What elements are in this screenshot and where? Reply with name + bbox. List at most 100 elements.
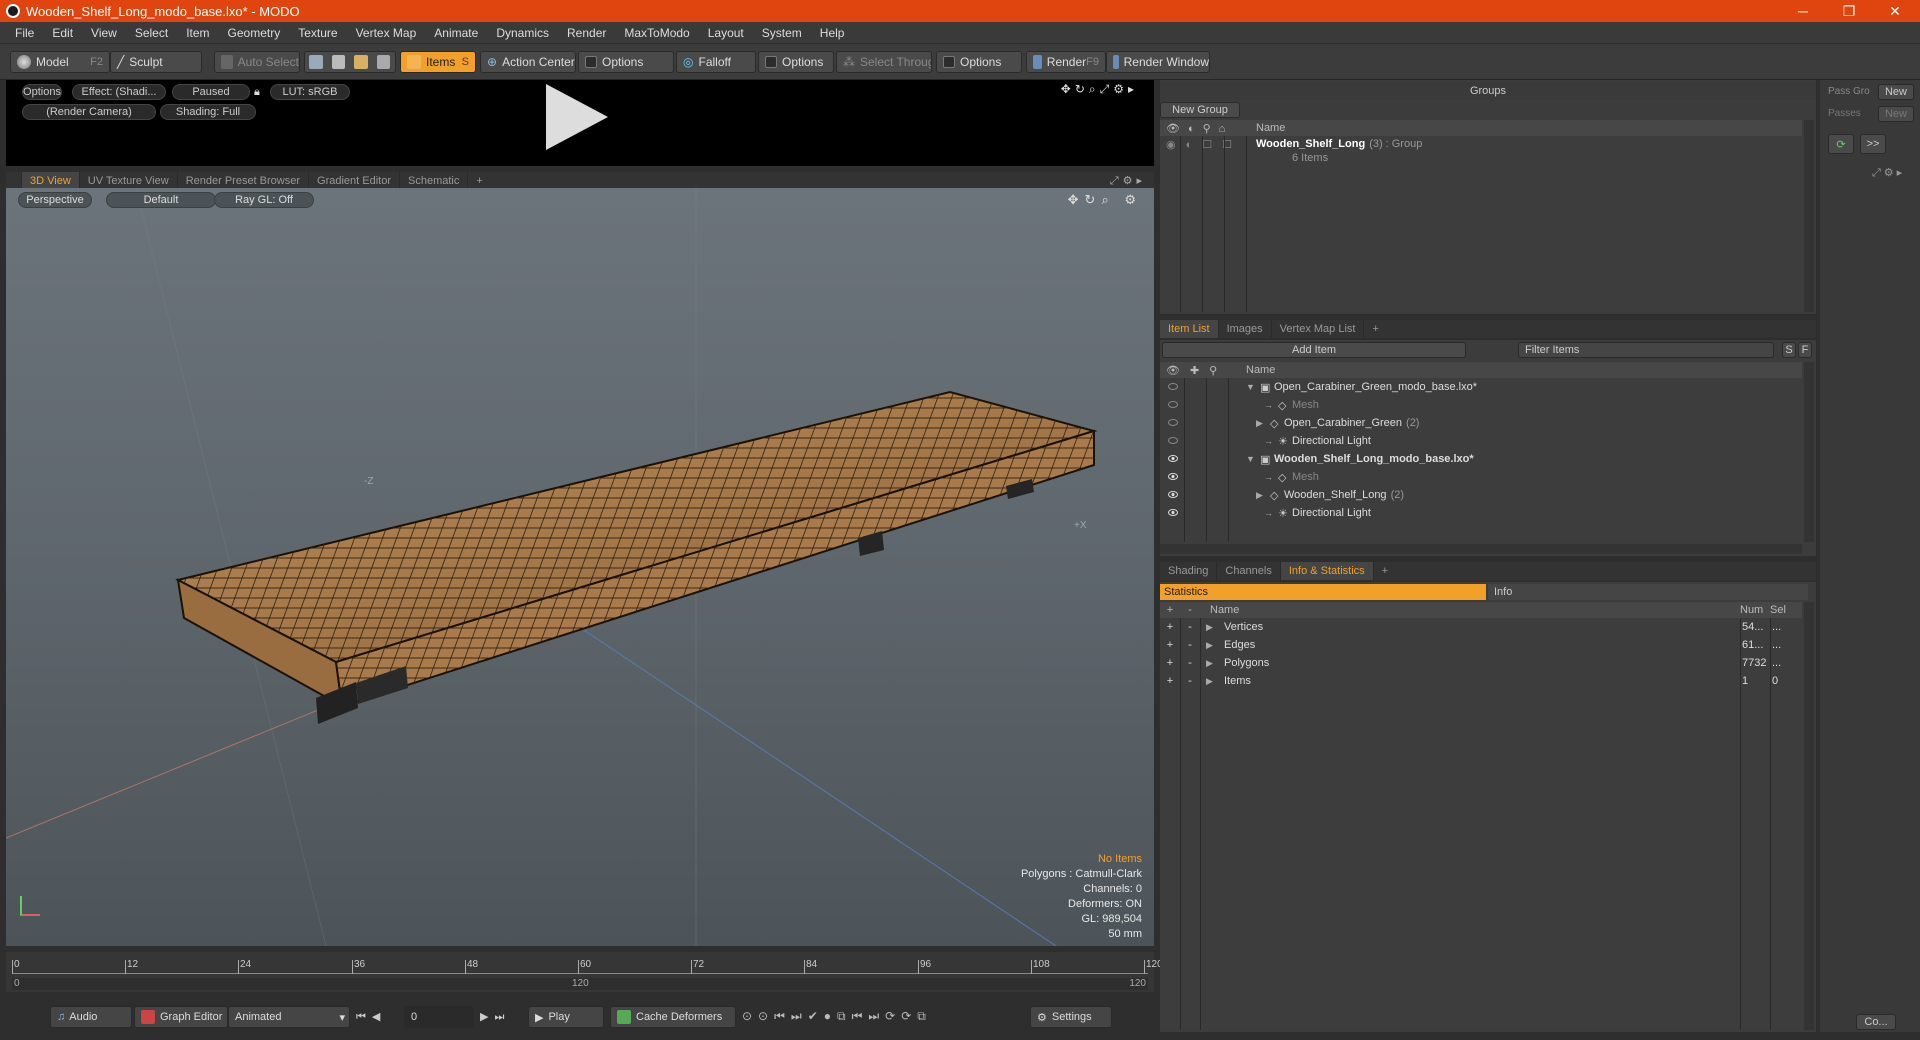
expand-arrow-icon[interactable]: ▶ bbox=[1256, 418, 1270, 429]
audio-button[interactable]: ♫ Audio bbox=[50, 1006, 132, 1028]
render-window-button[interactable]: Render Window bbox=[1106, 51, 1210, 73]
play-button[interactable]: ▶ Play bbox=[528, 1006, 604, 1028]
expand-arrow-icon[interactable]: ▶ bbox=[1256, 490, 1270, 501]
shading-dropdown[interactable]: Shading: Full bbox=[160, 104, 256, 120]
tab-item-list[interactable]: Item List bbox=[1160, 320, 1219, 338]
select-through-button[interactable]: ⁂ Select Through bbox=[836, 51, 932, 73]
animation-tool-icons[interactable]: ⊙⊙⏮⏭✔●⧉⏮⏭⟳⟳⧉ bbox=[742, 1009, 932, 1024]
preview-options-button[interactable]: Options bbox=[22, 84, 62, 100]
preview-paused-button[interactable]: Paused bbox=[172, 84, 250, 100]
materials-mode-icon[interactable] bbox=[376, 55, 390, 69]
filter-s-button[interactable]: S bbox=[1782, 342, 1796, 358]
menu-edit[interactable]: Edit bbox=[43, 26, 82, 40]
cache-deformers-button[interactable]: Cache Deformers bbox=[610, 1006, 736, 1028]
more-button[interactable]: >> bbox=[1860, 134, 1886, 154]
menu-item[interactable]: Item bbox=[177, 26, 218, 40]
filter-items-input[interactable]: Filter Items bbox=[1518, 342, 1774, 358]
co-button[interactable]: Co... bbox=[1856, 1014, 1896, 1030]
visibility-eye-icon[interactable] bbox=[1160, 381, 1246, 393]
collapse-arrow-icon[interactable]: ▼ bbox=[1246, 454, 1260, 464]
minimize-button[interactable]: ─ bbox=[1780, 0, 1826, 22]
graph-editor-button[interactable]: Graph Editor bbox=[134, 1006, 228, 1028]
render-camera-dropdown[interactable]: (Render Camera) bbox=[22, 104, 156, 120]
collapse-minus-button[interactable]: - bbox=[1180, 639, 1200, 651]
info-subtab[interactable]: Info bbox=[1488, 584, 1808, 600]
stat-row[interactable]: + - ▶ Edges 61...... bbox=[1160, 636, 1802, 654]
viewport-nav-icons[interactable]: ✥↻⌕ ⚙ bbox=[1068, 192, 1142, 208]
stat-row[interactable]: + - ▶ Vertices 54...... bbox=[1160, 618, 1802, 636]
options-checkbox[interactable] bbox=[585, 56, 597, 68]
menu-help[interactable]: Help bbox=[811, 26, 854, 40]
group-row[interactable]: ◉◐☐☐ Wooden_Shelf_Long (3) : Group 6 Ite… bbox=[1160, 138, 1802, 168]
tab-channels[interactable]: Channels bbox=[1217, 562, 1281, 580]
menu-texture[interactable]: Texture bbox=[289, 26, 346, 40]
item-list-row[interactable]: ▶ ◇ Wooden_Shelf_Long (2) bbox=[1160, 486, 1802, 504]
new-pass-button[interactable]: New bbox=[1878, 106, 1914, 122]
settings-button[interactable]: ⚙ Settings bbox=[1030, 1006, 1112, 1028]
visibility-eye-icon[interactable] bbox=[1160, 399, 1246, 411]
sculpt-mode-button[interactable]: ╱ Sculpt bbox=[110, 51, 202, 73]
raygl-dropdown[interactable]: Ray GL: Off bbox=[214, 192, 314, 208]
item-list-row[interactable]: ▼ ▣ Wooden_Shelf_Long_modo_base.lxo* bbox=[1160, 450, 1802, 468]
visibility-eye-icon[interactable] bbox=[1160, 471, 1246, 483]
default-style-dropdown[interactable]: Default bbox=[106, 192, 216, 208]
itemlist-hscrollbar[interactable] bbox=[1160, 544, 1802, 554]
timeline[interactable]: 0 12 24 36 48 60 72 84 96 108 120 0 120 120 bbox=[6, 952, 1163, 992]
item-list-row[interactable]: ▶ ◇ Open_Carabiner_Green (2) bbox=[1160, 414, 1802, 432]
play-preview-icon[interactable] bbox=[546, 84, 608, 150]
falloff-button[interactable]: ◎ Falloff bbox=[676, 51, 756, 73]
visibility-eye-icon[interactable] bbox=[1160, 417, 1246, 429]
expand-plus-button[interactable]: + bbox=[1160, 675, 1180, 687]
select-through-options-checkbox[interactable] bbox=[943, 56, 955, 68]
3d-viewport[interactable]: Perspective Default Ray GL: Off ✥↻⌕ ⚙ -Z… bbox=[6, 188, 1154, 946]
add-item-dropdown[interactable]: Add Item bbox=[1162, 342, 1466, 358]
collapse-minus-button[interactable]: - bbox=[1180, 675, 1200, 687]
lock-icon[interactable]: 🔒︎ bbox=[254, 86, 260, 99]
menu-layout[interactable]: Layout bbox=[699, 26, 753, 40]
items-mode-button[interactable]: Items S bbox=[400, 51, 476, 73]
menu-dynamics[interactable]: Dynamics bbox=[487, 26, 558, 40]
model-mode-button[interactable]: Model F2 bbox=[10, 51, 110, 73]
action-center-options-button[interactable]: Options bbox=[578, 51, 674, 73]
select-through-options-button[interactable]: Options bbox=[936, 51, 1022, 73]
collapse-minus-button[interactable]: - bbox=[1180, 621, 1200, 633]
perspective-dropdown[interactable]: Perspective bbox=[18, 192, 92, 208]
next-key-icons[interactable]: ▶⏭ bbox=[480, 1010, 510, 1024]
auto-select-button[interactable]: Auto Select bbox=[214, 51, 300, 73]
groups-scrollbar[interactable] bbox=[1804, 120, 1814, 312]
visibility-eye-icon[interactable] bbox=[1160, 435, 1246, 447]
expand-arrow-icon[interactable]: ▶ bbox=[1200, 640, 1224, 651]
item-list-row[interactable]: → ☀ Directional Light bbox=[1160, 504, 1802, 522]
polygons-mode-icon[interactable] bbox=[354, 55, 368, 69]
menu-geometry[interactable]: Geometry bbox=[219, 26, 290, 40]
visibility-eye-icon[interactable] bbox=[1160, 507, 1246, 519]
menu-render[interactable]: Render bbox=[558, 26, 615, 40]
stat-row[interactable]: + - ▶ Items 1 0 bbox=[1160, 672, 1802, 690]
menu-system[interactable]: System bbox=[753, 26, 811, 40]
refresh-icon[interactable]: ⟳ bbox=[1828, 134, 1854, 154]
collapse-minus-button[interactable]: - bbox=[1180, 657, 1200, 669]
menu-select[interactable]: Select bbox=[126, 26, 177, 40]
item-list-row[interactable]: → ◇ Mesh bbox=[1160, 396, 1802, 414]
prev-key-icons[interactable]: ⏮◀ bbox=[356, 1010, 386, 1024]
new-pass-group-button[interactable]: New bbox=[1878, 84, 1914, 100]
statistics-subtab[interactable]: Statistics bbox=[1160, 584, 1486, 600]
render-button[interactable]: Render F9 bbox=[1026, 51, 1106, 73]
new-group-button[interactable]: New Group bbox=[1160, 102, 1240, 118]
visibility-eye-icon[interactable] bbox=[1160, 489, 1246, 501]
tab-info-statistics[interactable]: Info & Statistics bbox=[1280, 562, 1374, 580]
frame-input[interactable]: 0 bbox=[404, 1006, 474, 1028]
expand-plus-button[interactable]: + bbox=[1160, 621, 1180, 633]
menu-file[interactable]: File bbox=[6, 26, 43, 40]
menu-animate[interactable]: Animate bbox=[425, 26, 487, 40]
preview-effect-dropdown[interactable]: Effect: (Shadi... bbox=[72, 84, 166, 100]
menu-vertex-map[interactable]: Vertex Map bbox=[347, 26, 426, 40]
timeline-range-bar[interactable]: 0 120 120 bbox=[12, 978, 1148, 990]
expand-arrow-icon[interactable]: ▶ bbox=[1200, 676, 1224, 687]
menu-maxtomodo[interactable]: MaxToModo bbox=[615, 26, 698, 40]
itemlist-vscrollbar[interactable] bbox=[1804, 362, 1814, 542]
tab-shading[interactable]: Shading bbox=[1160, 562, 1218, 580]
stats-scrollbar[interactable] bbox=[1804, 602, 1814, 1030]
strip-expand-icons[interactable]: ⤢⚙▸ bbox=[1872, 166, 1905, 180]
preview-nav-icons[interactable]: ✥↻⌕⤢⚙▸ bbox=[1061, 82, 1138, 97]
